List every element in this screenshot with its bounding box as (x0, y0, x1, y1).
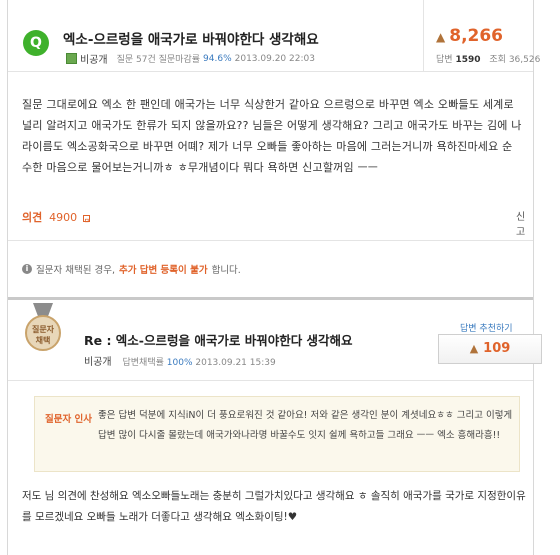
recommend-label: 답변 추천하기 (460, 324, 513, 334)
answer-title: Re : 엑소-으르렁을 애국가로 바꿔야한다 생각해요 (84, 333, 353, 348)
notice-suffix: 합니다. (211, 265, 241, 276)
answer-count-label: 답변 (436, 55, 453, 65)
divider (8, 240, 533, 241)
question-meta: 비공개 질문 57건 질문마감률 94.6% 2013.09.20 22:03 (66, 51, 315, 66)
view-count: 36,526 (508, 55, 541, 65)
medal-line2: 채택 (35, 336, 51, 345)
answer-datetime: 2013.09.21 15:39 (195, 358, 276, 368)
answer-body: 저도 님 의견에 찬성해요 엑소오빠들노래는 충분히 그럴가치있다고 생각해요 … (22, 490, 526, 523)
answer-adopt-rate: 100% (166, 358, 193, 368)
question-header: Q 엑소-으르렁을 애국가로 바꿔야한다 생각해요 비공개 질문 57건 질문마… (8, 0, 540, 72)
medal-disc: 질문자 채택 (25, 315, 61, 351)
notice-highlight: 추가 답변 등록이 불가 (118, 265, 208, 276)
recommend-count: 109 (483, 341, 511, 356)
answer-meta-prefix: 답변채택률 (122, 358, 164, 368)
question-meta-prefix: 질문 57건 질문마감률 (116, 55, 201, 65)
adoption-notice: i 질문자 채택된 경우, 추가 답변 등록이 불가 합니다. (22, 262, 241, 276)
question-user[interactable]: 비공개 (80, 51, 108, 66)
thumb-up-icon: ▲ (436, 30, 446, 44)
question-datetime: 2013.09.20 22:03 (234, 53, 315, 64)
recommend-button[interactable]: ▲ 109 (438, 334, 542, 364)
asker-comment-text: 좋은 답변 덕분에 지식iN이 더 풍요로워진 것 같아요! 저와 같은 생각인… (98, 410, 513, 441)
asker-comment-box: 질문자 인사 좋은 답변 덕분에 지식iN이 더 풍요로워진 것 같아요! 저와… (34, 396, 520, 472)
opinion-label: 의견 (22, 211, 43, 224)
question-title: 엑소-으르렁을 애국가로 바꿔야한다 생각해요 (63, 32, 319, 48)
question-close-rate: 94.6% (203, 53, 232, 64)
adopted-medal-icon: 질문자 채택 (25, 303, 61, 369)
view-count-label: 조회 (489, 55, 506, 65)
opinion-link[interactable]: 의견 4900 ㅁ (22, 209, 90, 225)
report-button[interactable]: 신고 (516, 208, 533, 238)
answer-meta: 비공개 답변채택률 100% 2013.09.21 15:39 (84, 353, 276, 368)
question-like-count: 8,266 (449, 26, 504, 46)
user-avatar-icon (66, 53, 77, 64)
notice-prefix: 질문자 채택된 경우, (36, 265, 115, 276)
section-separator (8, 297, 533, 300)
question-body: 질문 그대로에요 엑소 한 팬인데 애국가는 너무 식상한거 같아요 으르렁으로… (22, 98, 522, 174)
divider (8, 380, 533, 381)
asker-comment-label: 질문자 인사 (45, 414, 93, 425)
question-like-button[interactable]: ▲ 8,266 (436, 26, 503, 46)
question-stats: ▲ 8,266 답변 1590 조회 36,526 (423, 0, 540, 72)
opinion-count: 4900 (49, 211, 78, 224)
thumb-up-icon: ▲ (469, 342, 479, 355)
page-frame: Q 엑소-으르렁을 애국가로 바꿔야한다 생각해요 비공개 질문 57건 질문마… (7, 0, 542, 555)
answer-user[interactable]: 비공개 (84, 357, 112, 368)
medal-line1: 질문자 (31, 325, 55, 334)
question-badge-icon: Q (23, 30, 49, 56)
question-counts: 답변 1590 조회 36,526 (436, 52, 540, 65)
comment-icon: ㅁ (82, 214, 90, 225)
answer-count: 1590 (455, 55, 481, 65)
info-icon: i (22, 264, 32, 274)
